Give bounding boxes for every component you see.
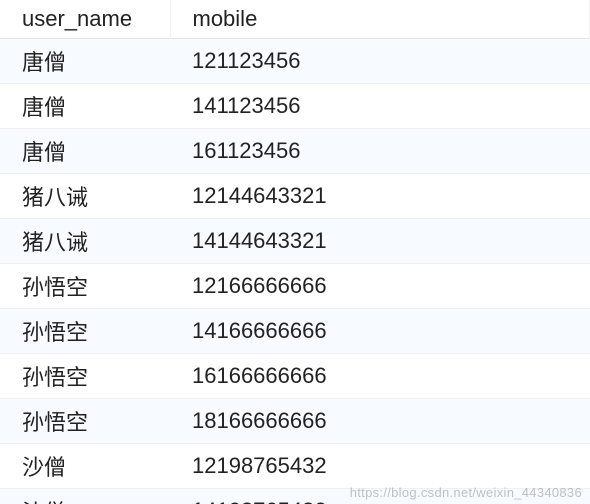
cell-mobile-text: 161123456: [192, 138, 301, 163]
cell-user-name-text: 唐僧: [22, 140, 66, 165]
table-row[interactable]: ▶沙僧 14198765432: [0, 489, 590, 504]
cell-user-name-text: 猪八诫: [22, 230, 88, 255]
cell-mobile-text: 18166666666: [192, 408, 327, 433]
cell-user-name[interactable]: 孙悟空: [0, 354, 170, 399]
cell-user-name[interactable]: 唐僧: [0, 129, 170, 174]
table-row[interactable]: 孙悟空 12166666666: [0, 264, 590, 309]
table-body: 唐僧 121123456 唐僧 141123456 唐僧 161123456 猪八诫 1214…: [0, 39, 590, 504]
cell-mobile[interactable]: 121123456: [170, 39, 590, 84]
cell-mobile[interactable]: 14166666666: [170, 309, 590, 354]
cell-user-name[interactable]: ▶沙僧: [0, 489, 170, 504]
table-row[interactable]: 沙僧 12198765432: [0, 444, 590, 489]
table-row[interactable]: 猪八诫 12144643321: [0, 174, 590, 219]
table-row[interactable]: 孙悟空 16166666666: [0, 354, 590, 399]
cell-mobile[interactable]: 14198765432: [170, 489, 590, 504]
column-header-mobile[interactable]: mobile: [170, 0, 590, 39]
cell-user-name-text: 猪八诫: [22, 185, 88, 210]
cell-mobile-text: 16166666666: [192, 363, 327, 388]
table-row[interactable]: 唐僧 161123456: [0, 129, 590, 174]
cell-mobile-text: 14166666666: [192, 318, 327, 343]
cell-mobile[interactable]: 12166666666: [170, 264, 590, 309]
cell-user-name-text: 孙悟空: [22, 410, 88, 435]
cell-mobile-text: 14198765432: [192, 498, 327, 504]
cell-mobile[interactable]: 161123456: [170, 129, 590, 174]
table-header-row: user_name mobile: [0, 0, 590, 39]
cell-mobile-text: 14144643321: [192, 228, 327, 253]
cell-mobile[interactable]: 14144643321: [170, 219, 590, 264]
cell-user-name-text: 孙悟空: [22, 365, 88, 390]
cell-user-name[interactable]: 孙悟空: [0, 309, 170, 354]
cell-user-name-text: 唐僧: [22, 50, 66, 75]
cell-user-name-text: 沙僧: [22, 455, 66, 480]
table-row[interactable]: 唐僧 141123456: [0, 84, 590, 129]
cell-user-name-text: 唐僧: [22, 95, 66, 120]
cell-mobile[interactable]: 18166666666: [170, 399, 590, 444]
table-row[interactable]: 孙悟空 14166666666: [0, 309, 590, 354]
table-row[interactable]: 猪八诫 14144643321: [0, 219, 590, 264]
cell-mobile-text: 12144643321: [192, 183, 327, 208]
cell-mobile[interactable]: 141123456: [170, 84, 590, 129]
cell-user-name[interactable]: 猪八诫: [0, 219, 170, 264]
cell-mobile[interactable]: 12198765432: [170, 444, 590, 489]
cell-user-name-text: 孙悟空: [22, 275, 88, 300]
cell-mobile-text: 141123456: [192, 93, 301, 118]
cell-user-name[interactable]: 孙悟空: [0, 264, 170, 309]
cell-mobile-text: 121123456: [192, 48, 301, 73]
column-header-user-name[interactable]: user_name: [0, 0, 170, 39]
result-table: user_name mobile 唐僧121123456唐僧141123456唐…: [0, 0, 590, 504]
cell-user-name[interactable]: 唐僧: [0, 84, 170, 129]
cell-mobile[interactable]: 16166666666: [170, 354, 590, 399]
cell-user-name[interactable]: 唐僧: [0, 39, 170, 84]
table-row[interactable]: 唐僧 121123456: [0, 39, 590, 84]
cell-user-name-text: 沙僧: [22, 500, 66, 504]
cell-mobile-text: 12166666666: [192, 273, 327, 298]
table-row[interactable]: 孙悟空 18166666666: [0, 399, 590, 444]
cell-user-name[interactable]: 沙僧: [0, 444, 170, 489]
cell-user-name[interactable]: 猪八诫: [0, 174, 170, 219]
cell-user-name-text: 孙悟空: [22, 320, 88, 345]
cell-mobile-text: 12198765432: [192, 453, 327, 478]
cell-user-name[interactable]: 孙悟空: [0, 399, 170, 444]
cell-mobile[interactable]: 12144643321: [170, 174, 590, 219]
